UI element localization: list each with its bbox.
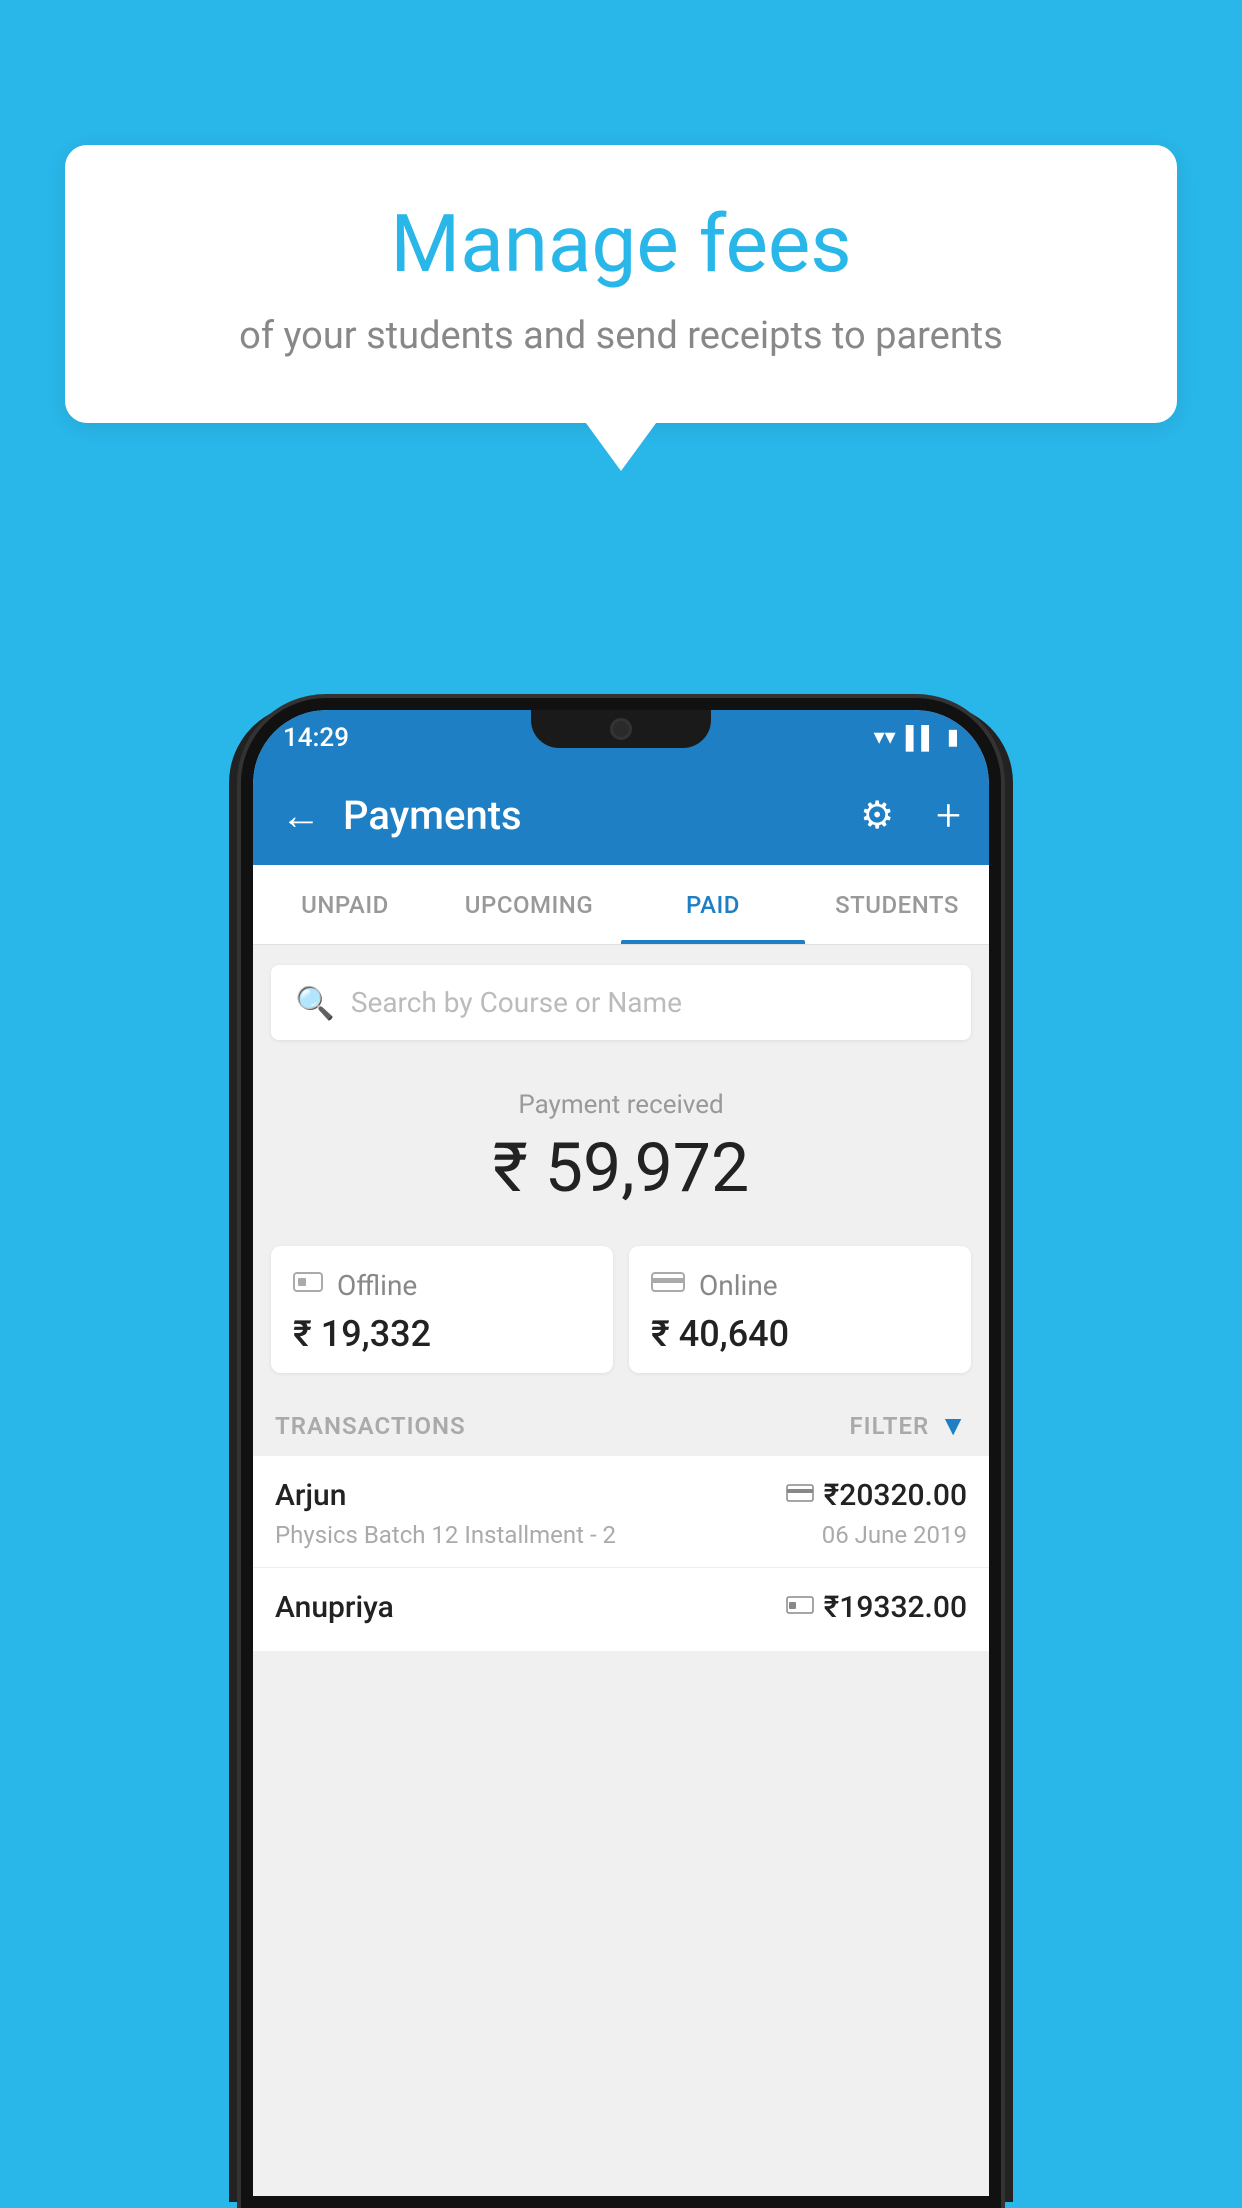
page-title: Payments xyxy=(343,792,838,839)
bubble-subtitle: of your students and send receipts to pa… xyxy=(125,310,1117,363)
transaction-item[interactable]: Anupriya ₹19332.00 xyxy=(253,1568,989,1651)
transactions-header: TRANSACTIONS FILTER ▼ xyxy=(253,1395,989,1456)
content-area: 🔍 Search by Course or Name Payment recei… xyxy=(253,945,989,2196)
status-icons: ▾▾ ▌▌ ▮ xyxy=(874,725,959,751)
status-time: 14:29 xyxy=(283,723,349,753)
tab-paid[interactable]: PAID xyxy=(621,865,805,944)
offline-icon xyxy=(293,1268,323,1303)
wifi-icon: ▾▾ xyxy=(874,725,896,750)
payment-cards-row: Offline ₹ 19,332 Online ₹ 40,640 xyxy=(253,1228,989,1395)
online-payment-card: Online ₹ 40,640 xyxy=(629,1246,971,1373)
phone-notch xyxy=(531,710,711,748)
offline-payment-card: Offline ₹ 19,332 xyxy=(271,1246,613,1373)
speech-bubble-container: Manage fees of your students and send re… xyxy=(65,145,1177,423)
tab-upcoming[interactable]: UPCOMING xyxy=(437,865,621,944)
battery-icon: ▮ xyxy=(947,725,959,750)
transaction-name: Arjun xyxy=(275,1478,346,1513)
filter-label: FILTER xyxy=(849,1412,929,1440)
payment-received-section: Payment received ₹ 59,972 xyxy=(253,1060,989,1228)
payment-received-amount: ₹ 59,972 xyxy=(253,1128,989,1208)
transaction-amount: ₹19332.00 xyxy=(824,1590,967,1625)
transaction-amount-row: ₹20320.00 xyxy=(786,1478,967,1513)
online-amount: ₹ 40,640 xyxy=(651,1313,949,1355)
transaction-card-icon xyxy=(786,1481,814,1511)
transaction-offline-icon xyxy=(786,1593,814,1623)
filter-icon: ▼ xyxy=(939,1409,967,1442)
transaction-amount: ₹20320.00 xyxy=(824,1478,967,1513)
online-card-header: Online xyxy=(651,1268,949,1303)
payment-received-label: Payment received xyxy=(253,1090,989,1120)
speech-bubble: Manage fees of your students and send re… xyxy=(65,145,1177,423)
transaction-item[interactable]: Arjun ₹20320.00 Physics Batch 12 Install… xyxy=(253,1456,989,1568)
phone-frame: 14:29 ▾▾ ▌▌ ▮ ← Payments ⚙ + UNPAID UPCO… xyxy=(241,698,1001,2208)
transaction-course: Physics Batch 12 Installment - 2 xyxy=(275,1521,616,1549)
search-bar[interactable]: 🔍 Search by Course or Name xyxy=(271,965,971,1040)
tab-unpaid[interactable]: UNPAID xyxy=(253,865,437,944)
transaction-top-row: Anupriya ₹19332.00 xyxy=(275,1590,967,1625)
search-icon: 🔍 xyxy=(295,984,335,1022)
transaction-top-row: Arjun ₹20320.00 xyxy=(275,1478,967,1513)
transaction-date: 06 June 2019 xyxy=(822,1521,967,1549)
offline-label: Offline xyxy=(337,1269,417,1302)
offline-card-header: Offline xyxy=(293,1268,591,1303)
phone-screen: 14:29 ▾▾ ▌▌ ▮ ← Payments ⚙ + UNPAID UPCO… xyxy=(253,710,989,2196)
transaction-bottom-row: Physics Batch 12 Installment - 2 06 June… xyxy=(275,1521,967,1549)
tab-students[interactable]: STUDENTS xyxy=(805,865,989,944)
add-button[interactable]: + xyxy=(936,789,961,841)
power-button xyxy=(999,960,1001,1035)
front-camera xyxy=(610,718,632,740)
filter-row[interactable]: FILTER ▼ xyxy=(849,1409,967,1442)
bubble-title: Manage fees xyxy=(125,200,1117,288)
tabs-bar: UNPAID UPCOMING PAID STUDENTS xyxy=(253,865,989,945)
transaction-name: Anupriya xyxy=(275,1590,394,1625)
signal-icon: ▌▌ xyxy=(906,725,937,751)
transaction-amount-row: ₹19332.00 xyxy=(786,1590,967,1625)
online-icon xyxy=(651,1268,685,1303)
volume-up-button xyxy=(241,910,243,965)
transactions-label: TRANSACTIONS xyxy=(275,1412,466,1440)
app-bar: ← Payments ⚙ + xyxy=(253,765,989,865)
gear-icon[interactable]: ⚙ xyxy=(860,793,894,838)
back-button[interactable]: ← xyxy=(281,792,321,839)
transaction-list: Arjun ₹20320.00 Physics Batch 12 Install… xyxy=(253,1456,989,1651)
online-label: Online xyxy=(699,1269,778,1302)
search-placeholder: Search by Course or Name xyxy=(351,986,682,1019)
offline-amount: ₹ 19,332 xyxy=(293,1313,591,1355)
volume-down-button xyxy=(241,990,243,1045)
